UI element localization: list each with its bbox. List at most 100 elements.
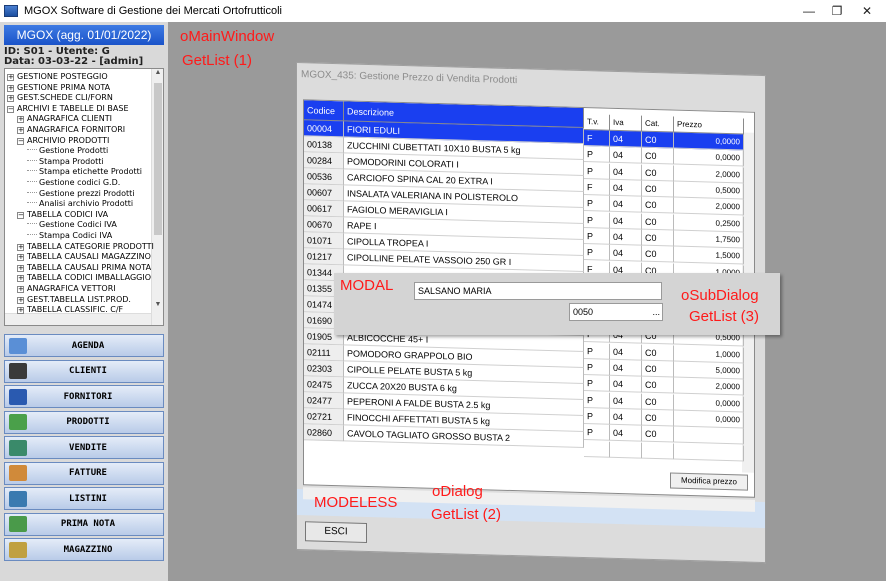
nav-button-prima-nota[interactable]: PRIMA NOTA [4, 512, 164, 536]
table-cell-code: 00617 [304, 200, 344, 218]
modal-subdialog: SALSANO MARIA 0050 ... [334, 273, 780, 335]
collapse-icon[interactable]: − [17, 211, 24, 219]
expand-icon[interactable]: + [17, 275, 24, 283]
tree-item-label: GEST.TABELLA LIST.PROD. [27, 294, 131, 304]
tree-connector [27, 191, 37, 193]
tree-item-label: GESTIONE PRIMA NOTA [17, 82, 111, 92]
tree-item[interactable]: + ANAGRAFICA FORNITORI [17, 124, 125, 135]
tree-item[interactable]: + TABELLA CLASSIFIC. C/F [17, 304, 123, 315]
tree-item-label: ARCHIVI E TABELLE DI BASE [17, 103, 129, 113]
tree-item[interactable]: Stampa etichette Prodotti [27, 166, 142, 177]
expand-icon[interactable]: + [7, 84, 14, 92]
maximize-button[interactable]: ❐ [822, 0, 852, 22]
nav-button-vendite[interactable]: VENDITE [4, 436, 164, 459]
nav-button-prodotti[interactable]: PRODOTTI [4, 410, 164, 434]
tree-item[interactable]: + ANAGRAFICA CLIENTI [17, 113, 112, 124]
annotation-subdialog-getlist: GetList (3) [689, 308, 760, 325]
expand-icon[interactable]: + [17, 296, 24, 304]
tree-connector [27, 202, 37, 204]
tree-item-label: ARCHIVIO PRODOTTI [27, 135, 110, 145]
tree-item[interactable]: + TABELLA CAUSALI PRIMA NOTA [17, 262, 151, 273]
tree-item-label: Gestione prezzi Prodotti [39, 188, 135, 198]
expand-icon[interactable]: + [17, 243, 24, 251]
tree-item[interactable]: Gestione Prodotti [27, 145, 108, 156]
date-info-line: Data: 03-03-22 - [admin] [4, 56, 144, 67]
collapse-icon[interactable]: − [7, 105, 14, 113]
close-button[interactable]: ✕ [852, 0, 882, 22]
tree-item[interactable]: Gestione prezzi Prodotti [27, 188, 135, 199]
tree-item[interactable]: Stampa Codici IVA [27, 230, 112, 241]
tree-item[interactable]: + TABELLA CAUSALI MAGAZZINO [17, 251, 151, 262]
tree-item-label: GEST.SCHEDE CLI/FORN [17, 93, 113, 103]
tree-item[interactable]: Stampa Prodotti [27, 156, 104, 167]
nav-button-label: PRODOTTI [66, 417, 110, 427]
tree-item[interactable]: + GESTIONE POSTEGGIO [7, 71, 108, 82]
tree-item[interactable]: + TABELLA CATEGORIE PRODOTTI [17, 241, 154, 252]
nav-button-listini[interactable]: LISTINI [4, 487, 164, 510]
scroll-down-icon[interactable]: ▼ [152, 301, 163, 308]
tree-item[interactable]: − ARCHIVIO PRODOTTI [17, 135, 109, 146]
expand-icon[interactable]: + [17, 127, 24, 134]
tree-item[interactable]: Gestione Codici IVA [27, 219, 117, 230]
table-cell-code: 00607 [304, 184, 344, 202]
nav-button-label: FATTURE [69, 468, 107, 478]
tree-item[interactable]: + TABELLA CODICI IMBALLAGGIO [17, 272, 151, 283]
scroll-thumb[interactable] [154, 83, 162, 235]
name-field[interactable]: SALSANO MARIA [414, 282, 662, 300]
warehouse-icon [9, 541, 27, 558]
nav-button-label: CLIENTI [69, 366, 107, 376]
nav-button-magazzino[interactable]: MAGAZZINO [4, 538, 164, 561]
esci-button[interactable]: ESCI [305, 521, 367, 543]
table-cell-code: 00004 [304, 120, 344, 138]
nav-button-fornitori[interactable]: FORNITORI [4, 385, 164, 408]
annotation-main-getlist: GetList (1) [182, 52, 253, 69]
table-cell-code: 02475 [304, 376, 344, 394]
tree-item[interactable]: − ARCHIVI E TABELLE DI BASE [7, 103, 129, 114]
table-cell-iva [610, 441, 642, 459]
nav-button-fatture[interactable]: FATTURE [4, 461, 164, 485]
nav-button-label: VENDITE [69, 442, 107, 453]
expand-icon[interactable]: + [17, 264, 24, 272]
expand-icon[interactable]: + [17, 116, 24, 124]
minimize-button[interactable]: — [794, 0, 824, 22]
table-cell-code: 02303 [304, 360, 344, 378]
tree-item[interactable]: + GEST.SCHEDE CLI/FORN [7, 92, 113, 103]
tree-item[interactable]: − TABELLA CODICI IVA [17, 209, 108, 220]
tree-item[interactable]: + ANAGRAFICA VETTORI [17, 283, 116, 294]
code-field[interactable]: 0050 ... [569, 303, 663, 321]
tree-item[interactable]: Analisi archivio Prodotti [27, 198, 133, 209]
tree-item[interactable]: + GESTIONE PRIMA NOTA [7, 82, 110, 93]
modifica-prezzo-button[interactable]: Modifica prezzo [670, 472, 748, 491]
pricelists-icon [9, 490, 27, 507]
tree-item[interactable]: Gestione codici G.D. [27, 177, 120, 188]
expand-icon[interactable]: + [7, 95, 14, 103]
table-cell-code: 02860 [304, 424, 344, 442]
annotation-subdialog: oSubDialog [681, 287, 759, 304]
tree-item-label: Gestione codici G.D. [39, 178, 121, 187]
tree-item[interactable]: + GEST.TABELLA LIST.PROD. [17, 294, 131, 305]
sidebar: MGOX (agg. 01/01/2022) ID: S01 - Utente:… [0, 22, 168, 581]
table-cell-code: 00536 [304, 168, 344, 186]
collapse-icon[interactable]: − [17, 137, 24, 145]
lookup-button[interactable]: ... [652, 304, 660, 320]
tree-item-label: ANAGRAFICA VETTORI [27, 284, 116, 293]
scroll-up-icon[interactable]: ▲ [152, 69, 163, 76]
menu-tree[interactable]: ▲ ▼ + GESTIONE POSTEGGIO + GESTIONE PRIMA N… [4, 68, 164, 326]
expand-icon[interactable]: + [17, 254, 24, 262]
expand-icon[interactable]: + [17, 307, 24, 315]
tree-connector [27, 159, 37, 161]
tree-connector [27, 149, 37, 151]
table-cell-cat [642, 442, 674, 460]
nav-button-agenda[interactable]: AGENDA [4, 334, 164, 357]
expand-icon[interactable]: + [17, 286, 24, 293]
annotation-dialog: oDialog [432, 483, 483, 500]
window-title: MGOX Software di Gestione dei Mercati Or… [24, 5, 282, 17]
column-header[interactable]: Codice [304, 100, 344, 122]
nav-button-clienti[interactable]: CLIENTI [4, 359, 164, 383]
table-cell-code: 02477 [304, 392, 344, 410]
table-cell-code: 01217 [304, 248, 344, 266]
tree-vertical-scrollbar[interactable]: ▲ ▼ [151, 69, 163, 325]
tree-item-label: TABELLA CODICI IMBALLAGGIO [27, 273, 151, 283]
expand-icon[interactable]: + [7, 74, 14, 81]
table-cell-code: 00138 [304, 136, 344, 154]
